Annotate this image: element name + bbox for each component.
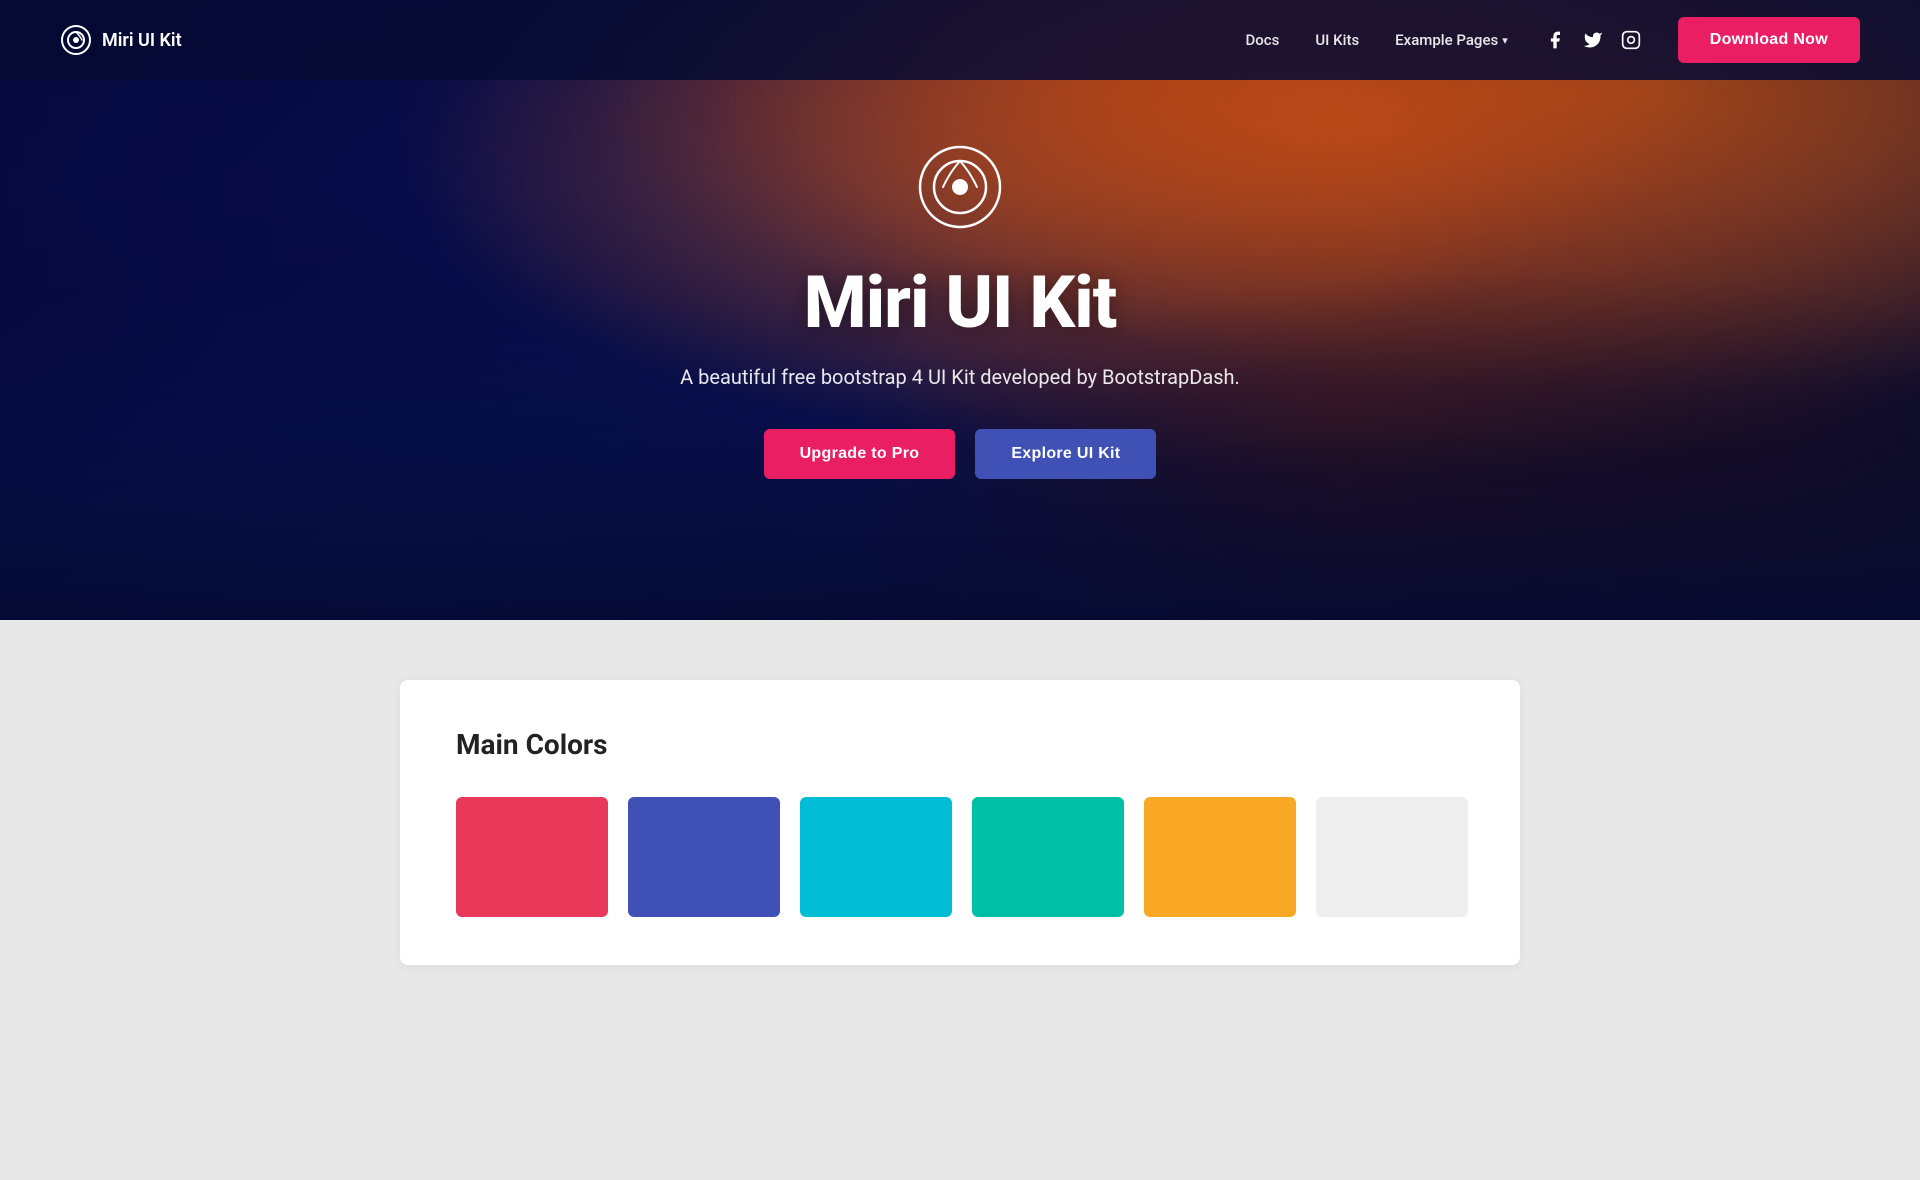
nav-docs[interactable]: Docs	[1246, 31, 1280, 49]
hero-section: Miri UI Kit A beautiful free bootstrap 4…	[0, 0, 1920, 620]
colors-section: Main Colors	[0, 620, 1920, 1180]
colors-title: Main Colors	[456, 728, 1464, 761]
explore-button[interactable]: Explore UI Kit	[975, 429, 1156, 479]
hero-content: Miri UI Kit A beautiful free bootstrap 4…	[660, 142, 1260, 479]
color-swatch-blue	[628, 797, 780, 917]
instagram-icon[interactable]	[1620, 29, 1642, 51]
hero-logo-icon	[915, 142, 1005, 232]
color-swatch-teal	[972, 797, 1124, 917]
color-swatch-cyan	[800, 797, 952, 917]
brand-name: Miri UI Kit	[102, 30, 182, 51]
hero-buttons: Upgrade to Pro Explore UI Kit	[680, 429, 1240, 479]
hero-title: Miri UI Kit	[680, 260, 1240, 345]
navbar: Miri UI Kit Docs UI Kits Example Pages	[0, 0, 1920, 80]
hero-subtitle: A beautiful free bootstrap 4 UI Kit deve…	[680, 365, 1240, 389]
facebook-icon[interactable]	[1544, 29, 1566, 51]
colors-card: Main Colors	[400, 680, 1520, 965]
social-icons	[1544, 29, 1642, 51]
color-swatch-red	[456, 797, 608, 917]
nav-uikits[interactable]: UI Kits	[1315, 31, 1359, 49]
upgrade-button[interactable]: Upgrade to Pro	[764, 429, 956, 479]
color-swatch-light-grey	[1316, 797, 1468, 917]
color-swatch-amber	[1144, 797, 1296, 917]
twitter-icon[interactable]	[1582, 29, 1604, 51]
brand-logo[interactable]: Miri UI Kit	[60, 24, 182, 56]
nav-example-pages[interactable]: Example Pages	[1395, 31, 1508, 49]
download-button[interactable]: Download Now	[1678, 17, 1860, 63]
color-swatches	[456, 797, 1464, 917]
brand-icon	[60, 24, 92, 56]
nav-links: Docs UI Kits Example Pages	[1246, 17, 1861, 63]
